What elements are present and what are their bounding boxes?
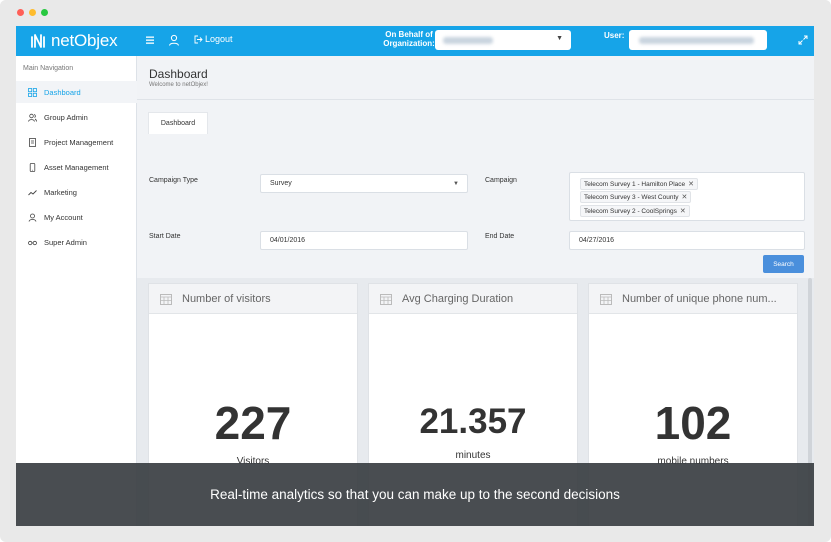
- sidebar-item-label: Dashboard: [44, 87, 81, 97]
- project-icon: [29, 137, 36, 147]
- trend-icon: [28, 189, 37, 195]
- netobjex-logo-icon: [31, 34, 45, 48]
- user-profile-icon[interactable]: [167, 33, 181, 47]
- user-field[interactable]: [629, 30, 767, 50]
- on-behalf-label: On Behalf of Organization:: [383, 30, 435, 48]
- campaign-chip-label: Telecom Survey 1 - Hamilton Place: [584, 180, 686, 188]
- logout-label: Logout: [205, 34, 233, 44]
- chevron-down-icon: ▼: [556, 35, 563, 42]
- top-bar: netObjex Logout On Behalf of Organizatio…: [16, 26, 814, 56]
- sidebar-item-super-admin[interactable]: Super Admin: [16, 231, 137, 253]
- campaign-chip-label: Telecom Survey 3 - West County: [584, 193, 679, 201]
- campaign-type-value: Survey: [270, 180, 292, 187]
- sidebar-item-label: Group Admin: [44, 112, 88, 122]
- end-date-input[interactable]: 04/27/2016: [569, 231, 805, 250]
- sidebar-item-label: My Account: [44, 212, 83, 222]
- calendar-icon: [160, 293, 172, 305]
- card-header: Number of unique phone num...: [589, 284, 797, 314]
- logout-icon: [194, 35, 203, 43]
- sidebar-item-asset-management[interactable]: Asset Management: [16, 156, 137, 178]
- user-value-redacted: [639, 37, 754, 44]
- campaign-type-label: Campaign Type: [149, 177, 198, 184]
- start-date-value: 04/01/2016: [270, 237, 306, 244]
- page-title: Dashboard: [149, 67, 208, 81]
- campaign-type-select[interactable]: Survey ▼: [260, 174, 468, 193]
- sidebar-item-project-management[interactable]: Project Management: [16, 131, 137, 153]
- card-unit: minutes: [455, 450, 491, 461]
- organization-value-redacted: [443, 37, 493, 44]
- campaign-chip-label: Telecom Survey 2 - CoolSprings: [584, 207, 677, 215]
- window-maximize-button[interactable]: [41, 9, 48, 16]
- end-date-label: End Date: [485, 233, 515, 240]
- sidebar-item-label: Asset Management: [44, 162, 109, 172]
- card-title: Number of unique phone num...: [622, 292, 777, 305]
- hamburger-menu-icon[interactable]: [144, 34, 156, 46]
- sidebar-item-dashboard[interactable]: Dashboard: [16, 81, 137, 103]
- calendar-icon: [380, 293, 392, 305]
- glasses-icon: [28, 240, 37, 245]
- logout-button[interactable]: Logout: [194, 34, 233, 44]
- user-label: User:: [604, 31, 625, 40]
- sidebar-item-group-admin[interactable]: Group Admin: [16, 106, 137, 128]
- page-subtitle: Welcome to netObjex!: [149, 82, 208, 88]
- card-value: 21.357: [419, 402, 527, 441]
- window-titlebar: [0, 0, 831, 25]
- logo[interactable]: netObjex: [30, 31, 118, 51]
- remove-chip-icon[interactable]: ✕: [680, 207, 686, 215]
- sidebar-item-marketing[interactable]: Marketing: [16, 181, 137, 203]
- chevron-down-icon: ▼: [453, 180, 459, 187]
- card-header: Avg Charging Duration: [369, 284, 577, 314]
- expand-icon[interactable]: [798, 35, 808, 45]
- card-title: Avg Charging Duration: [402, 292, 514, 305]
- window-minimize-button[interactable]: [29, 9, 36, 16]
- start-date-label: Start Date: [149, 233, 181, 240]
- sidebar-item-my-account[interactable]: My Account: [16, 206, 137, 228]
- group-icon: [28, 113, 37, 122]
- search-button[interactable]: Search: [763, 255, 804, 273]
- start-date-input[interactable]: 04/01/2016: [260, 231, 468, 250]
- card-value: 227: [214, 397, 292, 449]
- remove-chip-icon[interactable]: ✕: [682, 193, 688, 201]
- sidebar-item-label: Project Management: [44, 137, 114, 147]
- main-content: Dashboard Welcome to netObjex! Dashboard…: [137, 56, 814, 526]
- card-header: Number of visitors: [149, 284, 357, 314]
- account-icon: [28, 213, 37, 222]
- filter-form: Campaign Type Survey ▼ Campaign Telecom …: [137, 134, 814, 274]
- sidebar: Main Navigation Dashboard Group Admin Pr…: [16, 56, 137, 526]
- page-header: Dashboard Welcome to netObjex!: [137, 56, 814, 100]
- phone-icon: [29, 162, 36, 172]
- card-title: Number of visitors: [182, 292, 271, 305]
- campaign-label: Campaign: [485, 177, 517, 184]
- campaign-chip: Telecom Survey 2 - CoolSprings ✕: [580, 205, 690, 217]
- caption-text: Real-time analytics so that you can make…: [210, 487, 620, 502]
- dashboard-icon: [28, 87, 37, 97]
- window-close-button[interactable]: [17, 9, 24, 16]
- calendar-icon: [600, 293, 612, 305]
- sidebar-item-label: Super Admin: [44, 237, 87, 247]
- campaign-multiselect[interactable]: Telecom Survey 1 - Hamilton Place ✕ Tele…: [569, 172, 805, 221]
- browser-window: netObjex Logout On Behalf of Organizatio…: [0, 0, 831, 542]
- sidebar-item-label: Marketing: [44, 187, 77, 197]
- caption-banner: Real-time analytics so that you can make…: [16, 463, 814, 526]
- sidebar-title: Main Navigation: [23, 65, 74, 72]
- end-date-value: 04/27/2016: [579, 237, 615, 244]
- card-value: 102: [654, 397, 732, 449]
- logo-text: netObjex: [51, 31, 118, 50]
- tab-dashboard[interactable]: Dashboard: [148, 112, 208, 134]
- app: netObjex Logout On Behalf of Organizatio…: [16, 26, 814, 526]
- remove-chip-icon[interactable]: ✕: [688, 180, 694, 188]
- organization-select[interactable]: ▼: [435, 30, 571, 50]
- campaign-chip: Telecom Survey 3 - West County ✕: [580, 191, 692, 203]
- campaign-chip: Telecom Survey 1 - Hamilton Place ✕: [580, 178, 699, 190]
